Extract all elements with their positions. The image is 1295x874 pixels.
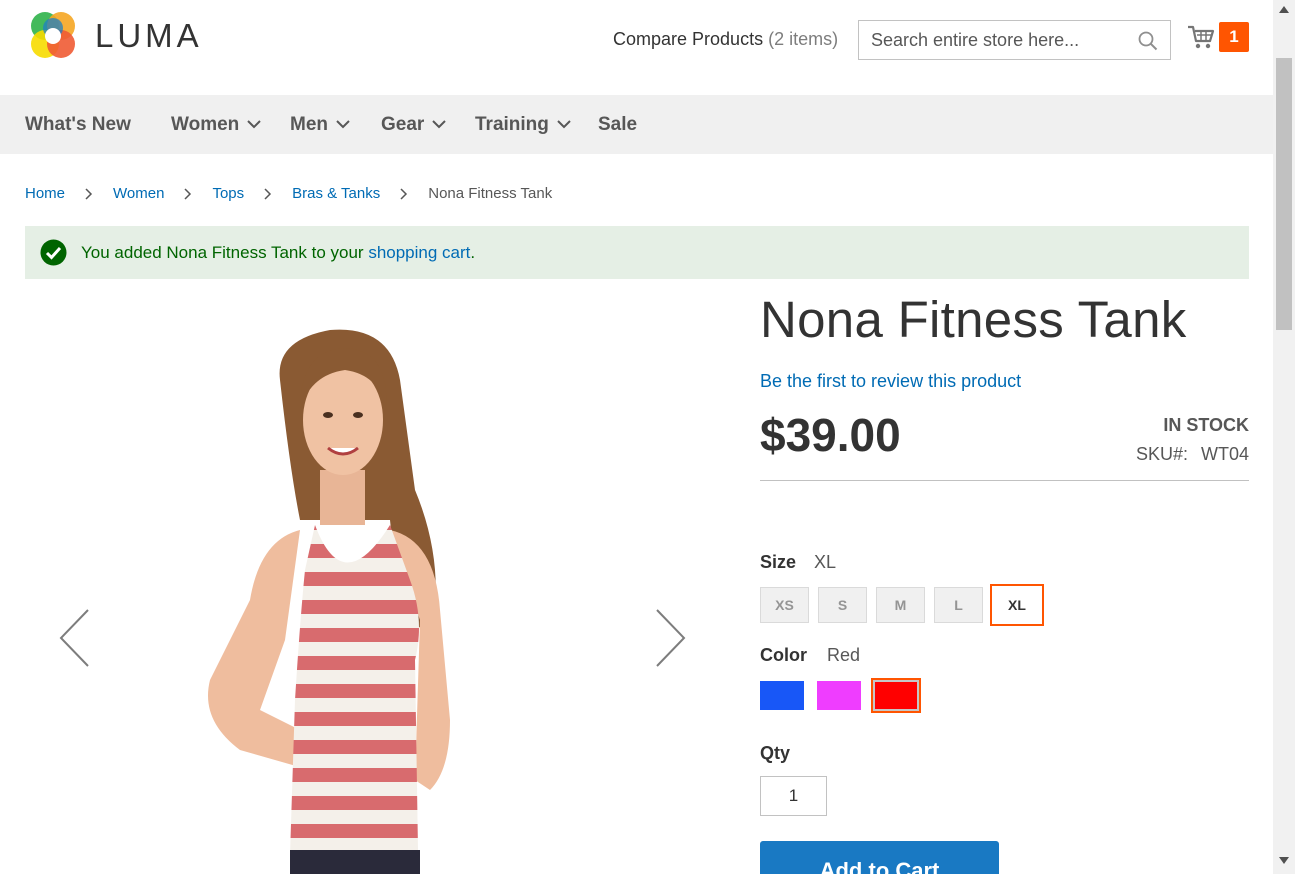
gallery-prev-arrow-icon[interactable] (58, 608, 90, 668)
chevron-right-icon (400, 187, 408, 200)
product-price: $39.00 (760, 409, 901, 461)
scrollbar[interactable] (1273, 0, 1295, 874)
qty-input[interactable] (760, 776, 827, 816)
product-title: Nona Fitness Tank (760, 291, 1187, 348)
chevron-down-icon (336, 120, 350, 129)
nav-item-sale[interactable]: Sale (598, 95, 637, 154)
review-link[interactable]: Be the first to review this product (760, 371, 1021, 392)
chevron-right-icon (85, 187, 93, 200)
color-selected-value: Red (827, 645, 861, 665)
gallery-next-arrow-icon[interactable] (655, 608, 687, 668)
search-input[interactable] (859, 21, 1129, 59)
nav-item-label: What's New (25, 114, 131, 135)
luma-logo-icon (31, 12, 75, 58)
chevron-down-icon (247, 120, 261, 129)
chevron-down-icon (432, 120, 447, 129)
stock-status: IN STOCK (1163, 415, 1249, 435)
breadcrumb: Home Women Tops Bras & Tanks Nona Fitnes… (25, 185, 552, 202)
breadcrumb-bras-tanks[interactable]: Bras & Tanks (292, 185, 380, 202)
size-swatch-s[interactable]: S (818, 587, 867, 623)
qty-label: Qty (760, 743, 791, 763)
scroll-thumb[interactable] (1276, 58, 1292, 330)
color-swatch-blue[interactable] (760, 681, 804, 710)
shopping-cart-link[interactable]: shopping cart (368, 243, 470, 263)
main-navigation: What's New Women Men Gear Training Sale (0, 95, 1273, 154)
chevron-down-icon (557, 120, 571, 129)
cart-icon[interactable] (1187, 24, 1215, 50)
scroll-down-arrow-icon[interactable] (1279, 857, 1289, 864)
size-swatch-m[interactable]: M (876, 587, 925, 623)
color-label: Color (760, 645, 807, 665)
message-suffix: . (470, 242, 476, 262)
color-swatch-red[interactable] (871, 678, 921, 713)
logo[interactable]: LUMA (25, 8, 203, 64)
breadcrumb-home[interactable]: Home (25, 185, 65, 202)
size-swatch-xs[interactable]: XS (760, 587, 809, 623)
nav-item-label: Sale (598, 114, 638, 135)
minicart[interactable]: 1 (1187, 22, 1249, 52)
nav-item-label: Women (171, 114, 240, 135)
chevron-right-icon (264, 187, 272, 200)
sku-value: WT04 (1200, 444, 1249, 464)
color-swatch-purple[interactable] (817, 681, 861, 710)
product-gallery (25, 290, 725, 874)
breadcrumb-women[interactable]: Women (113, 185, 164, 202)
header: LUMA Compare Products (2 items) 1 (0, 0, 1273, 95)
sku-label: SKU#: (1135, 444, 1188, 464)
nav-item-men[interactable]: Men (290, 95, 350, 154)
chevron-right-icon (184, 187, 192, 200)
compare-count: (2 items) (768, 29, 839, 49)
size-swatch-l[interactable]: L (934, 587, 983, 623)
nav-item-label: Men (290, 114, 328, 135)
logo-text: LUMA (95, 17, 203, 54)
success-message: You added Nona Fitness Tank to your shop… (25, 226, 1249, 279)
sku: SKU#: WT04 (1136, 444, 1249, 465)
divider (760, 480, 1249, 481)
size-swatch-xl[interactable]: XL (990, 584, 1044, 626)
nav-item-women[interactable]: Women (171, 95, 261, 154)
message-text: You added Nona Fitness Tank to your (81, 242, 369, 262)
success-check-icon (40, 239, 67, 266)
nav-item-label: Gear (381, 114, 425, 135)
add-to-cart-button[interactable]: Add to Cart (760, 841, 999, 874)
nav-item-training[interactable]: Training (475, 95, 571, 154)
size-label: Size (760, 552, 797, 572)
product-image (208, 329, 450, 874)
size-selected-value: XL (814, 552, 837, 572)
cart-count-badge: 1 (1219, 22, 1249, 52)
nav-item-whats-new[interactable]: What's New (25, 95, 131, 154)
nav-item-gear[interactable]: Gear (381, 95, 447, 154)
compare-products-link[interactable]: Compare Products (2 items) (613, 29, 838, 50)
scroll-up-arrow-icon[interactable] (1279, 6, 1289, 13)
breadcrumb-tops[interactable]: Tops (212, 185, 244, 202)
search-icon[interactable] (1138, 31, 1158, 51)
nav-item-label: Training (475, 114, 549, 135)
search-box (858, 20, 1171, 60)
compare-label: Compare Products (613, 29, 764, 49)
breadcrumb-current: Nona Fitness Tank (428, 185, 553, 202)
